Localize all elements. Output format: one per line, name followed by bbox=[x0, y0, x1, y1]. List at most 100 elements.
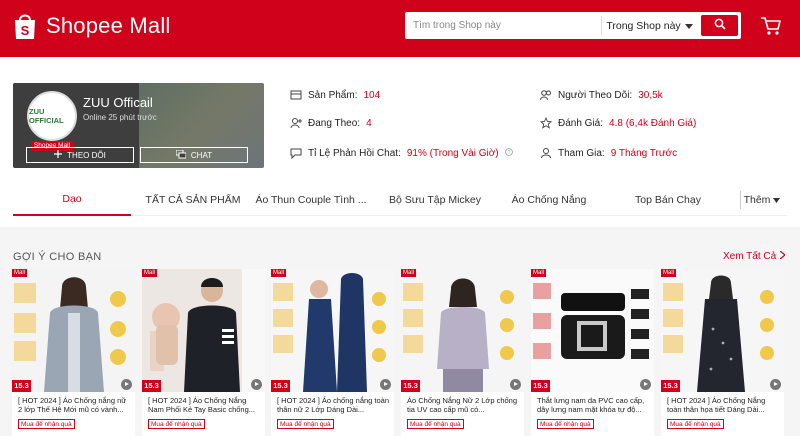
stat-joined-label: Tham Gia: bbox=[558, 147, 605, 159]
see-all-label: Xem Tất Cả bbox=[723, 251, 777, 262]
stat-joined: Tham Gia: 9 Tháng Trước bbox=[540, 147, 677, 159]
tab-couple-tshirt[interactable]: Áo Thun Couple Tình ... bbox=[253, 183, 369, 216]
sale-badge: 15.3 bbox=[401, 380, 420, 392]
product-image[interactable] bbox=[531, 269, 654, 392]
stat-products-label: Sản Phẩm: bbox=[308, 89, 358, 101]
play-video-icon[interactable] bbox=[640, 379, 651, 390]
stat-chat-response: Tỉ Lệ Phản Hồi Chat: 91% (Trong Vài Giờ) … bbox=[290, 147, 513, 160]
stat-followers-value: 30,5k bbox=[638, 89, 663, 101]
mall-tag: Mall bbox=[271, 269, 287, 277]
stat-chat-label: Tỉ Lệ Phản Hồi Chat: bbox=[308, 147, 401, 159]
product-name[interactable]: [ HOT 2024 ] Áo chống nắng toàn thân nữ … bbox=[277, 396, 391, 414]
promo-tag: Mua để nhận quà bbox=[667, 419, 724, 429]
product-image[interactable] bbox=[661, 269, 784, 392]
tab-sun-jacket[interactable]: Áo Chống Nắng bbox=[503, 183, 595, 216]
svg-text:?: ? bbox=[507, 150, 510, 156]
product-image[interactable] bbox=[12, 269, 135, 392]
product-card[interactable]: Mall 15.3 [ HOT 2024 ] Áo Chống Nắng Nam… bbox=[142, 269, 265, 436]
stat-chat-value: 91% (Trong Vài Giờ) bbox=[406, 147, 499, 159]
stat-followers: Người Theo Dõi: 30,5k bbox=[540, 89, 663, 101]
search-bar: Trong Shop này bbox=[405, 12, 741, 39]
sale-badge: 15.3 bbox=[12, 380, 31, 392]
product-card[interactable]: Mall 15.3 [ HOT 2024 ] Áo Chống Nắng toà… bbox=[661, 269, 784, 436]
stat-followers-label: Người Theo Dõi: bbox=[558, 89, 633, 101]
search-icon bbox=[714, 17, 726, 35]
tab-more[interactable]: Thêm bbox=[737, 183, 787, 216]
store-icon bbox=[290, 89, 302, 101]
cart-icon[interactable] bbox=[760, 15, 782, 37]
search-input[interactable] bbox=[405, 20, 601, 31]
stat-rating-label: Đánh Giá: bbox=[558, 117, 604, 129]
followers-icon bbox=[540, 89, 552, 101]
product-card[interactable]: Mall 15.3 Áo Chống Nắng Nữ 2 Lớp chống t… bbox=[401, 269, 524, 436]
mall-tag: Mall bbox=[142, 269, 158, 277]
online-status: Online 25 phút trước bbox=[83, 113, 157, 122]
promo-tag: Mua để nhận quà bbox=[407, 419, 464, 429]
play-video-icon[interactable] bbox=[770, 379, 781, 390]
info-icon[interactable]: ? bbox=[504, 147, 513, 159]
plus-icon bbox=[54, 150, 63, 160]
product-image[interactable] bbox=[401, 269, 524, 392]
stat-products: Sản Phẩm: 104 bbox=[290, 89, 380, 101]
stat-joined-value: 9 Tháng Trước bbox=[610, 147, 678, 159]
chevron-down-icon bbox=[684, 20, 693, 32]
top-header: S Shopee Mall Trong Shop này bbox=[0, 0, 800, 57]
product-card[interactable]: Mall 15.3 [ HOT 2024 ] Áo Chống nắng nữ … bbox=[12, 269, 135, 436]
chat-button[interactable]: CHAT bbox=[140, 147, 248, 163]
shopping-bag-icon: S bbox=[12, 11, 38, 41]
mall-tag: Mall bbox=[401, 269, 417, 277]
play-video-icon[interactable] bbox=[251, 379, 262, 390]
search-scope-label: Trong Shop này bbox=[606, 19, 681, 32]
sale-badge: 15.3 bbox=[142, 380, 161, 392]
shop-tabs: Dạo TẤT CẢ SẢN PHẨM Áo Thun Couple Tình … bbox=[13, 183, 787, 216]
chevron-right-icon bbox=[779, 250, 787, 262]
stat-rating-value: 4.8 (6,4k Đánh Giá) bbox=[609, 117, 697, 129]
product-image[interactable] bbox=[271, 269, 394, 392]
shop-avatar[interactable]: ZUU OFFICIAL bbox=[27, 91, 77, 141]
see-all-link[interactable]: Xem Tất Cả bbox=[723, 250, 787, 262]
search-button[interactable] bbox=[701, 15, 738, 36]
mall-tag: Mall bbox=[661, 269, 677, 277]
promo-tag: Mua để nhận quà bbox=[277, 419, 334, 429]
chat-icon bbox=[175, 149, 187, 161]
stat-rating: Đánh Giá: 4.8 (6,4k Đánh Giá) bbox=[539, 116, 697, 129]
product-card[interactable]: Mall 15.3 Thắt lưng nam da PVC cao cấp, … bbox=[531, 269, 654, 436]
product-name[interactable]: [ HOT 2024 ] Áo Chống Nắng toàn thân họa… bbox=[667, 396, 781, 414]
tab-dao[interactable]: Dạo bbox=[13, 183, 131, 216]
product-name[interactable]: Thắt lưng nam da PVC cao cấp, dây lưng n… bbox=[537, 396, 651, 414]
add-user-icon bbox=[290, 117, 302, 129]
sale-badge: 15.3 bbox=[531, 380, 550, 392]
product-name[interactable]: [ HOT 2024 ] Áo Chống Nắng Nam Phối Kẻ T… bbox=[148, 396, 262, 414]
mall-tag: Mall bbox=[12, 269, 28, 277]
follow-button[interactable]: THEO DÕI bbox=[26, 147, 134, 163]
tab-best-sellers[interactable]: Top Bán Chạy bbox=[627, 183, 709, 216]
shopee-mall-logo[interactable]: S Shopee Mall bbox=[12, 11, 171, 41]
product-image[interactable] bbox=[142, 269, 265, 392]
play-video-icon[interactable] bbox=[121, 379, 132, 390]
play-video-icon[interactable] bbox=[510, 379, 521, 390]
tab-mickey-collection[interactable]: Bộ Sưu Tập Mickey bbox=[379, 183, 491, 216]
sale-badge: 15.3 bbox=[271, 380, 290, 392]
product-name[interactable]: Áo Chống Nắng Nữ 2 Lớp chống tia UV cao … bbox=[407, 396, 521, 414]
product-name[interactable]: [ HOT 2024 ] Áo Chống nắng nữ 2 lớp Thế … bbox=[18, 396, 132, 414]
avatar-logo-text: ZUU OFFICIAL bbox=[29, 107, 64, 125]
promo-tag: Mua để nhận quà bbox=[148, 419, 205, 429]
promo-tag: Mua để nhận quà bbox=[537, 419, 594, 429]
shop-name: ZUU Officail bbox=[83, 95, 153, 110]
star-icon bbox=[539, 116, 553, 129]
sale-badge: 15.3 bbox=[661, 380, 680, 392]
stat-following-value: 4 bbox=[366, 117, 372, 129]
brand-name: Shopee Mall bbox=[46, 13, 171, 38]
stat-following-label: Đang Theo: bbox=[308, 117, 361, 129]
stat-products-value: 104 bbox=[363, 89, 381, 101]
play-video-icon[interactable] bbox=[380, 379, 391, 390]
search-scope-dropdown[interactable]: Trong Shop này bbox=[601, 16, 697, 35]
product-card[interactable]: Mall 15.3 [ HOT 2024 ] Áo chống nắng toà… bbox=[271, 269, 394, 436]
shop-card: ZUU OFFICIAL Shopee Mall ZUU Officail On… bbox=[13, 83, 264, 168]
recommend-title: GỢI Ý CHO BẠN bbox=[13, 251, 102, 263]
svg-text:S: S bbox=[21, 23, 30, 38]
chat-bubble-icon bbox=[290, 147, 302, 160]
caret-down-icon bbox=[773, 194, 781, 206]
tab-all-products[interactable]: TẤT CẢ SẢN PHẨM bbox=[137, 183, 249, 216]
chat-label: CHAT bbox=[190, 150, 213, 160]
